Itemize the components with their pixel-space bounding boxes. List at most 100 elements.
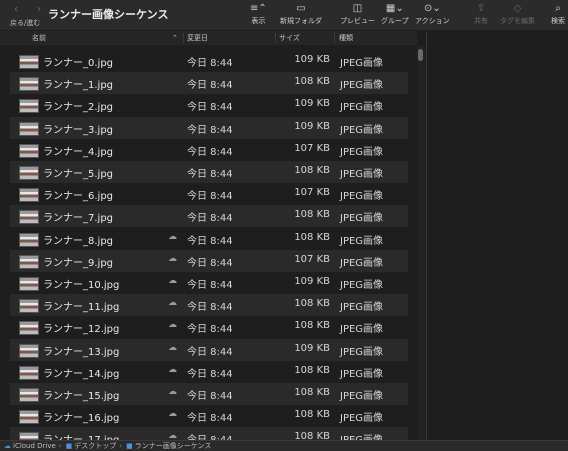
file-kind: JPEG画像 xyxy=(340,391,384,402)
preview-button[interactable]: ◫ プレビュー xyxy=(340,2,375,26)
search-button[interactable]: ⌕ 検索 xyxy=(551,2,565,26)
icloud-download-icon[interactable]: ☁ xyxy=(168,320,177,330)
file-size: 109 KB xyxy=(294,54,330,65)
icloud-download-icon[interactable]: ☁ xyxy=(168,365,177,375)
action-button[interactable]: ⊙⌄ アクション xyxy=(415,2,450,26)
file-date: 今日 8:44 xyxy=(187,169,233,180)
column-kind[interactable]: 種類 xyxy=(339,31,353,45)
share-button[interactable]: ⇪ 共有 xyxy=(474,2,488,26)
file-kind: JPEG画像 xyxy=(340,368,384,380)
file-row[interactable]: ランナー_13.jpg ☁ 今日 8:44 109 KB JPEG画像 xyxy=(10,338,408,361)
file-date: 今日 8:44 xyxy=(187,80,233,92)
file-row[interactable]: ランナー_14.jpg ☁ 今日 8:44 108 KB JPEG画像 xyxy=(10,361,408,383)
file-size: 107 KB xyxy=(294,142,330,154)
file-row[interactable]: ランナー_3.jpg 今日 8:44 109 KB JPEG画像 xyxy=(10,116,408,139)
file-date: 今日 8:44 xyxy=(187,346,233,358)
file-size: 108 KB xyxy=(294,165,330,176)
file-row[interactable]: ランナー_6.jpg 今日 8:44 107 KB JPEG画像 xyxy=(10,183,408,205)
scroll-thumb[interactable] xyxy=(418,49,423,61)
path-item-label: ランナー画像シーケンス xyxy=(134,442,212,450)
column-size[interactable]: サイズ xyxy=(279,31,300,45)
icloud-download-icon[interactable]: ☁ xyxy=(168,232,177,242)
view-button[interactable]: ≡⌃ 表示 xyxy=(250,2,267,26)
back-forward-arrows-icon[interactable]: ‹ › xyxy=(14,4,49,15)
file-date: 今日 8:44 xyxy=(187,235,233,247)
file-size: 109 KB xyxy=(294,98,330,110)
column-name[interactable]: 名前 xyxy=(32,31,46,45)
icloud-download-icon[interactable]: ☁ xyxy=(168,254,177,264)
column-divider[interactable] xyxy=(183,33,184,43)
file-row[interactable]: ランナー_1.jpg 今日 8:44 108 KB JPEG画像 xyxy=(10,72,408,95)
preview-label: プレビュー xyxy=(340,17,375,25)
file-row[interactable]: ランナー_17.jpg ☁ 今日 8:44 108 KB JPEG画像 xyxy=(10,427,408,440)
group-icon: ▦⌄ xyxy=(385,3,404,14)
nav-label: 戻る/進む xyxy=(10,19,41,27)
view-label: 表示 xyxy=(251,17,266,25)
file-date: 今日 8:44 xyxy=(187,58,233,69)
column-divider[interactable] xyxy=(334,33,335,43)
file-date: 今日 8:44 xyxy=(187,102,233,114)
file-row[interactable]: ランナー_8.jpg ☁ 今日 8:44 108 KB JPEG画像 xyxy=(10,228,408,250)
image-thumbnail-icon xyxy=(19,55,39,69)
file-kind: JPEG画像 xyxy=(340,302,384,314)
file-size: 108 KB xyxy=(294,76,330,88)
file-date: 今日 8:44 xyxy=(187,124,233,136)
file-name: ランナー_7.jpg xyxy=(43,213,114,225)
preview-pane xyxy=(427,31,568,440)
icloud-download-icon[interactable]: ☁ xyxy=(168,343,177,353)
image-thumbnail-icon xyxy=(19,321,39,336)
file-row[interactable]: ランナー_2.jpg 今日 8:44 109 KB JPEG画像 xyxy=(10,94,408,116)
file-row[interactable]: ランナー_10.jpg ☁ 今日 8:44 109 KB JPEG画像 xyxy=(10,272,408,294)
image-thumbnail-icon xyxy=(19,277,39,291)
tag-icon: ◇ xyxy=(513,3,522,14)
file-kind: JPEG画像 xyxy=(340,346,384,358)
file-size: 109 KB xyxy=(294,120,330,132)
file-row[interactable]: ランナー_12.jpg ☁ 今日 8:44 108 KB JPEG画像 xyxy=(10,316,408,338)
file-row[interactable]: ランナー_7.jpg 今日 8:44 108 KB JPEG画像 xyxy=(10,205,408,228)
scrollbar[interactable] xyxy=(417,46,425,440)
column-divider[interactable] xyxy=(275,33,276,43)
file-name: ランナー_4.jpg xyxy=(43,146,114,158)
group-label: グループ xyxy=(381,17,409,25)
file-row[interactable]: ランナー_9.jpg ☁ 今日 8:44 107 KB JPEG画像 xyxy=(10,249,408,272)
file-list: ランナー_0.jpg 今日 8:44 109 KB JPEG画像 ランナー_1.jpg 今… xyxy=(0,48,417,440)
file-size: 108 KB xyxy=(294,409,330,421)
file-name: ランナー_10.jpg xyxy=(43,280,120,291)
group-button[interactable]: ▦⌄ グループ xyxy=(381,2,409,26)
icloud-download-icon[interactable]: ☁ xyxy=(168,431,177,440)
file-name: ランナー_12.jpg xyxy=(43,324,120,336)
icloud-download-icon[interactable]: ☁ xyxy=(168,387,177,397)
image-thumbnail-icon xyxy=(19,188,39,203)
file-row[interactable]: ランナー_0.jpg 今日 8:44 109 KB JPEG画像 xyxy=(10,50,408,72)
file-kind: JPEG画像 xyxy=(340,58,384,69)
file-date: 今日 8:44 xyxy=(187,302,233,314)
icloud-download-icon[interactable]: ☁ xyxy=(168,409,177,419)
file-name: ランナー_2.jpg xyxy=(43,102,114,114)
file-date: 今日 8:44 xyxy=(187,391,233,402)
file-name: ランナー_3.jpg xyxy=(43,124,114,136)
file-kind: JPEG画像 xyxy=(340,124,384,136)
file-kind: JPEG画像 xyxy=(340,324,384,336)
cloud-folder-icon: ☁ xyxy=(4,442,11,450)
file-row[interactable]: ランナー_4.jpg 今日 8:44 107 KB JPEG画像 xyxy=(10,139,408,161)
path-item-label: iCloud Drive xyxy=(13,442,56,450)
file-row[interactable]: ランナー_15.jpg ☁ 今日 8:44 108 KB JPEG画像 xyxy=(10,383,408,405)
column-date[interactable]: 変更日 xyxy=(187,31,208,45)
tag-edit-button[interactable]: ◇ タグを編集 xyxy=(500,2,535,26)
file-size: 109 KB xyxy=(294,342,330,354)
file-kind: JPEG画像 xyxy=(340,431,383,440)
icloud-download-icon[interactable]: ☁ xyxy=(168,276,177,286)
new-folder-button[interactable]: ▭ 新規フォルダ xyxy=(280,2,322,26)
file-row[interactable]: ランナー_16.jpg ☁ 今日 8:44 108 KB JPEG画像 xyxy=(10,405,408,427)
icloud-download-icon[interactable]: ☁ xyxy=(168,298,177,308)
action-label: アクション xyxy=(415,17,450,25)
file-size: 108 KB xyxy=(294,320,330,332)
file-row[interactable]: ランナー_5.jpg 今日 8:44 108 KB JPEG画像 xyxy=(10,161,408,183)
file-name: ランナー_8.jpg xyxy=(43,235,114,247)
file-row[interactable]: ランナー_11.jpg ☁ 今日 8:44 108 KB JPEG画像 xyxy=(10,294,408,317)
image-thumbnail-icon xyxy=(19,210,39,225)
new-folder-icon: ▭ xyxy=(296,3,306,14)
sort-chevron-up-icon[interactable]: ⌃ xyxy=(172,31,178,45)
image-thumbnail-icon xyxy=(19,99,39,114)
action-icon: ⊙⌄ xyxy=(423,3,441,14)
